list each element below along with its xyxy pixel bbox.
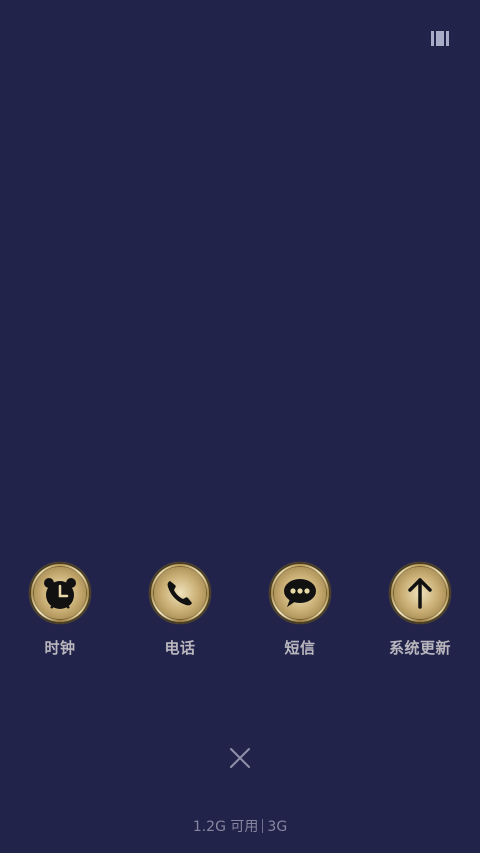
app-system-update[interactable]: 系统更新 — [360, 562, 480, 658]
multi-window-icon[interactable] — [431, 31, 451, 46]
memory-divider — [262, 819, 264, 833]
arrow-up-icon — [389, 562, 451, 624]
app-phone[interactable]: 电话 — [120, 562, 240, 658]
app-label-phone: 电话 — [164, 639, 196, 657]
memory-total: 3G — [267, 819, 288, 835]
app-label-system-update: 系统更新 — [388, 639, 451, 657]
app-clock[interactable]: 时钟 — [0, 562, 120, 658]
phone-icon — [149, 562, 211, 624]
app-messages[interactable]: 短信 — [240, 562, 360, 658]
app-label-messages: 短信 — [284, 639, 316, 657]
message-icon — [269, 562, 331, 624]
app-label-clock: 时钟 — [44, 639, 76, 657]
memory-status: 1.2G 可用 3G — [0, 816, 480, 836]
close-icon[interactable] — [229, 747, 251, 769]
alarm-clock-icon — [29, 562, 91, 624]
memory-available: 1.2G 可用 — [192, 819, 259, 835]
app-shortcut-row: 时钟 电话 短信 系统更新 — [0, 562, 480, 662]
recent-apps-screen: 时钟 电话 短信 系统更新 1.2G 可用 3G — [0, 0, 480, 853]
